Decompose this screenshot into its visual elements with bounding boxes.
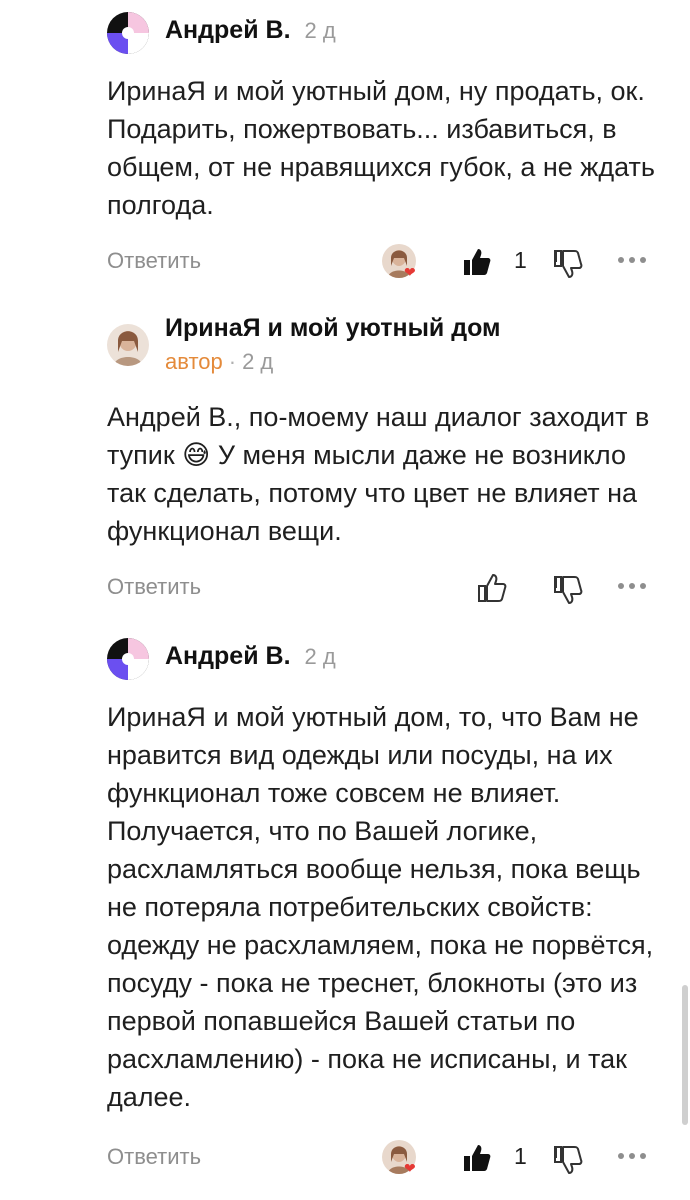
comment-header: ИринаЯ и мой уютный дом автор · 2 д — [165, 314, 501, 375]
scrollbar[interactable] — [682, 985, 688, 1125]
heart-icon: ❤ — [404, 1160, 416, 1176]
avatar[interactable] — [107, 324, 149, 366]
author-badge: автор — [165, 349, 223, 374]
avatar[interactable] — [107, 12, 149, 54]
comment-time: 2 д — [242, 349, 274, 374]
comment-actions: Ответить ❤ 1 — [0, 1138, 690, 1178]
reply-button[interactable]: Ответить — [107, 574, 201, 600]
comment-time: 2 д — [304, 643, 336, 669]
like-count: 1 — [514, 247, 527, 273]
dislike-icon[interactable] — [552, 1144, 584, 1181]
comment-text: Андрей В., по-моему наш диалог заходит в… — [107, 402, 650, 546]
dislike-icon[interactable] — [552, 248, 584, 285]
like-icon[interactable] — [461, 246, 493, 283]
more-icon[interactable] — [617, 252, 647, 270]
more-icon[interactable] — [617, 578, 647, 596]
like-icon[interactable] — [476, 572, 508, 609]
heart-icon: ❤ — [404, 264, 416, 280]
reply-button[interactable]: Ответить — [107, 248, 201, 274]
avatar[interactable] — [107, 638, 149, 680]
dislike-icon[interactable] — [552, 574, 584, 611]
more-icon[interactable] — [617, 1148, 647, 1166]
like-icon[interactable] — [461, 1142, 493, 1179]
comment-actions: Ответить ❤ 1 — [0, 242, 690, 282]
author-name[interactable]: Андрей В. — [165, 642, 291, 671]
separator: · — [228, 349, 237, 374]
comment-actions: Ответить — [0, 568, 690, 608]
comment-time: 2 д — [304, 17, 336, 43]
author-name[interactable]: ИринаЯ и мой уютный дом — [165, 314, 501, 343]
comment-text: ИринаЯ и мой уютный дом, то, что Вам не … — [107, 702, 654, 1112]
like-count: 1 — [514, 1143, 527, 1169]
comment-header: Андрей В. 2 д — [165, 642, 336, 671]
reply-button[interactable]: Ответить — [107, 1144, 201, 1170]
author-name[interactable]: Андрей В. — [165, 16, 291, 45]
comment-text: ИринаЯ и мой уютный дом, ну продать, ок.… — [107, 76, 655, 220]
comment-header: Андрей В. 2 д — [165, 16, 336, 45]
